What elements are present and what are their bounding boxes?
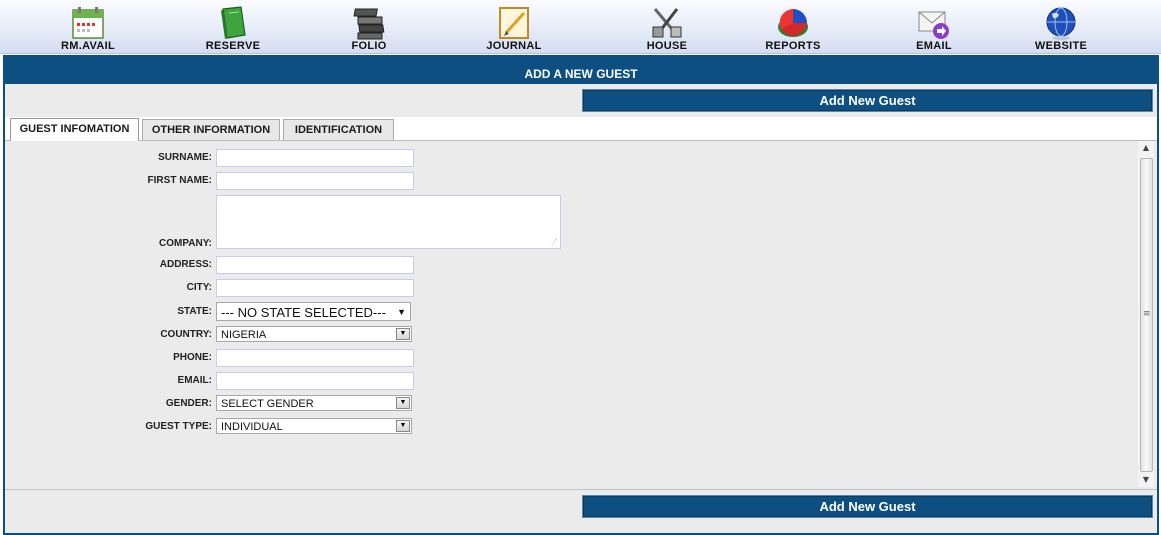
toolbar-label: RESERVE: [205, 40, 261, 52]
resize-grip-icon[interactable]: ⋰: [551, 238, 558, 246]
scroll-grip-icon: ≡: [1143, 309, 1151, 319]
scroll-down-arrow-icon[interactable]: ▼: [1138, 473, 1154, 487]
tab-strip: GUEST INFOMATION OTHER INFORMATION IDENT…: [5, 117, 1157, 141]
toolbar-label: WEBSITE: [1034, 40, 1088, 52]
phone-input[interactable]: [216, 349, 414, 367]
country-label: COUNTRY:: [160, 329, 212, 340]
toolbar-label: FOLIO: [351, 40, 387, 52]
email-input[interactable]: [216, 372, 414, 390]
state-select[interactable]: --- NO STATE SELECTED--- ▼: [216, 302, 411, 321]
pie-chart-icon: [778, 9, 808, 37]
books-stack-icon: [353, 8, 385, 40]
dropdown-arrow-icon[interactable]: ▼: [396, 397, 410, 409]
guest-type-selected-value: INDIVIDUAL: [221, 421, 283, 433]
toolbar-house-button[interactable]: HOUSE: [622, 2, 712, 52]
first-name-label: FIRST NAME:: [147, 175, 212, 186]
phone-label: PHONE:: [173, 352, 212, 363]
envelope-icon: [918, 11, 949, 39]
tab-guest-information[interactable]: GUEST INFOMATION: [10, 118, 139, 141]
scroll-thumb[interactable]: ≡: [1140, 158, 1153, 472]
toolbar-label: HOUSE: [646, 40, 688, 52]
guest-form: SURNAME: FIRST NAME: COMPANY: ⋰ ADDRESS:…: [5, 141, 1157, 489]
tab-identification[interactable]: IDENTIFICATION: [283, 119, 394, 140]
toolbar-label: REPORTS: [765, 40, 821, 52]
email-label: EMAIL:: [177, 375, 212, 386]
dropdown-arrow-icon[interactable]: ▼: [396, 420, 410, 432]
country-selected-value: NIGERIA: [221, 329, 267, 341]
address-input[interactable]: [216, 256, 414, 274]
add-new-guest-button-bottom[interactable]: Add New Guest: [582, 495, 1153, 518]
tab-other-information[interactable]: OTHER INFORMATION: [142, 119, 280, 140]
first-name-input[interactable]: [216, 172, 414, 190]
gender-select[interactable]: SELECT GENDER ▼: [216, 395, 412, 411]
company-label: COMPANY:: [159, 238, 212, 249]
panel-title: ADD A NEW GUEST: [5, 57, 1157, 84]
dropdown-arrow-icon[interactable]: ▼: [396, 328, 410, 340]
top-toolbar: RM.AVAIL RESERVE FOLIO JOURNAL HOUSE REP…: [0, 0, 1161, 54]
calendar-icon: [72, 7, 104, 39]
toolbar-reserve-button[interactable]: RESERVE: [188, 2, 278, 52]
toolbar-reports-button[interactable]: REPORTS: [748, 2, 838, 52]
chevron-down-icon: ▼: [397, 307, 406, 317]
notepad-pencil-icon: [499, 7, 529, 39]
toolbar-website-button[interactable]: WEBSITE: [1016, 2, 1106, 52]
toolbar-email-button[interactable]: EMAIL: [889, 2, 979, 52]
state-label: STATE:: [177, 306, 212, 317]
address-label: ADDRESS:: [159, 259, 212, 270]
form-scrollbar[interactable]: ▲ ≡ ▼: [1138, 141, 1154, 487]
toolbar-label: RM.AVAIL: [61, 40, 115, 52]
tools-icon: [652, 8, 682, 38]
toolbar-rm-avail-button[interactable]: RM.AVAIL: [43, 2, 133, 52]
toolbar-label: EMAIL: [916, 40, 952, 52]
book-icon: [221, 6, 246, 39]
state-selected-value: --- NO STATE SELECTED---: [221, 305, 386, 320]
city-input[interactable]: [216, 279, 414, 297]
country-select[interactable]: NIGERIA ▼: [216, 326, 412, 342]
scroll-up-arrow-icon[interactable]: ▲: [1138, 141, 1154, 155]
gender-selected-value: SELECT GENDER: [221, 398, 314, 410]
company-textarea[interactable]: ⋰: [216, 195, 561, 249]
toolbar-folio-button[interactable]: FOLIO: [324, 2, 414, 52]
add-guest-panel: ADD A NEW GUEST Add New Guest GUEST INFO…: [3, 55, 1159, 535]
city-label: CITY:: [186, 282, 212, 293]
surname-input[interactable]: [216, 149, 414, 167]
globe-icon: [1046, 7, 1076, 40]
guest-type-select[interactable]: INDIVIDUAL ▼: [216, 418, 412, 434]
add-new-guest-button-top[interactable]: Add New Guest: [582, 89, 1153, 112]
toolbar-label: JOURNAL: [486, 40, 542, 52]
toolbar-journal-button[interactable]: JOURNAL: [469, 2, 559, 52]
divider: [5, 489, 1157, 490]
guest-type-label: GUEST TYPE:: [145, 421, 212, 432]
surname-label: SURNAME:: [158, 152, 212, 163]
gender-label: GENDER:: [165, 398, 212, 409]
